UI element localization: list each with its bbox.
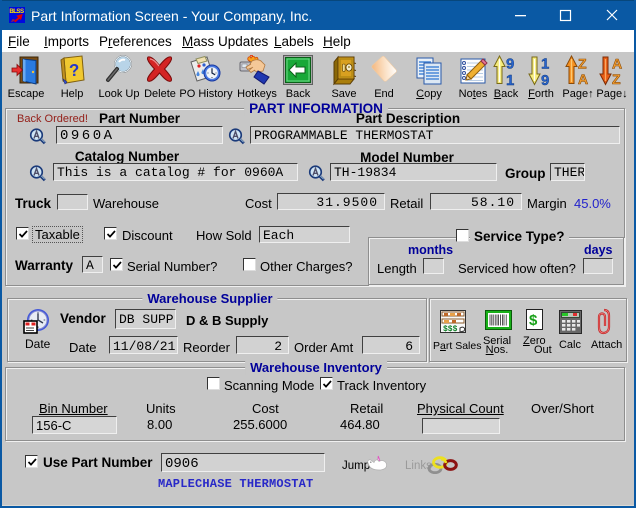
svg-text:Z: Z: [612, 71, 621, 86]
svg-text:$: $: [529, 312, 538, 329]
svg-text:A: A: [612, 56, 622, 72]
svg-text:$$$: $$$: [443, 325, 458, 334]
svg-text:BLSS: BLSS: [9, 8, 24, 15]
svg-text:A: A: [578, 71, 588, 86]
svg-text:9: 9: [541, 72, 549, 86]
svg-text:1: 1: [541, 56, 549, 73]
svg-text:9: 9: [506, 56, 514, 73]
svg-text:?: ?: [68, 61, 80, 81]
svg-text:Z: Z: [578, 56, 587, 72]
svg-text:1: 1: [506, 72, 514, 86]
